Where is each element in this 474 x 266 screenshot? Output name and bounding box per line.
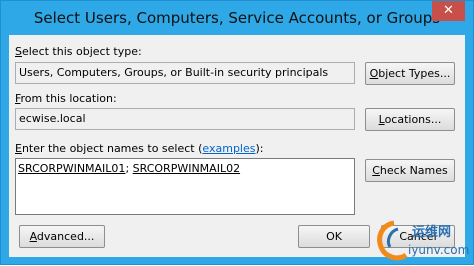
locations-button[interactable]: Locations... (365, 108, 455, 131)
watermark-logo: 运维网 iyunv.com (374, 219, 470, 263)
object-name-1: SRCORPWINMAIL01 (18, 162, 126, 175)
examples-link[interactable]: examples (202, 142, 255, 155)
location-label: From this location: (15, 92, 117, 105)
ok-button[interactable]: OK (298, 225, 370, 248)
close-icon: ✕ (443, 3, 454, 18)
window-title: Select Users, Computers, Service Account… (33, 9, 441, 27)
object-name-2: SRCORPWINMAIL02 (132, 162, 241, 175)
object-names-label: Enter the object names to select (exampl… (15, 142, 264, 155)
advanced-button[interactable]: Advanced... (19, 225, 105, 248)
object-type-label: Select this object type: (15, 45, 142, 58)
close-button[interactable]: ✕ (432, 1, 465, 21)
watermark-line1: 运维网 (412, 225, 452, 240)
watermark-line2: iyunv.com (408, 243, 470, 257)
object-types-button[interactable]: Object Types... (365, 62, 455, 85)
title-bar[interactable]: Select Users, Computers, Service Account… (1, 1, 473, 35)
check-names-button[interactable]: Check Names (365, 159, 455, 182)
object-type-field: Users, Computers, Groups, or Built-in se… (15, 62, 355, 84)
location-field: ecwise.local (15, 108, 355, 130)
object-names-input[interactable]: SRCORPWINMAIL01; SRCORPWINMAIL02 (15, 158, 355, 215)
